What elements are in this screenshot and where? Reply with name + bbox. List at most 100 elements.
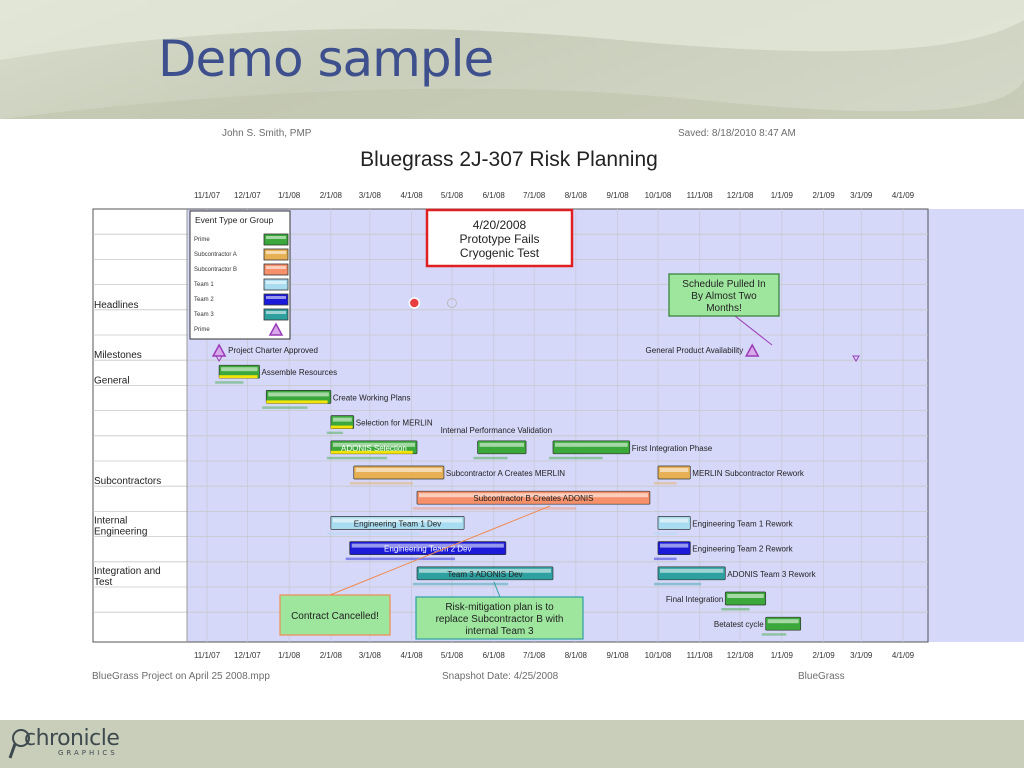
axis-tick-label-bottom: 4/1/09	[892, 651, 915, 660]
slide-header: Demo sample	[0, 0, 1024, 119]
task-bar-highlight	[479, 442, 525, 447]
axis-tick-label-bottom: 2/1/09	[812, 651, 835, 660]
task-baseline-bar	[215, 381, 244, 384]
legend-swatch	[263, 248, 289, 261]
task-label: Subcontractor A Creates MERLIN	[446, 469, 565, 478]
axis-tick-label-bottom: 4/1/08	[401, 651, 424, 660]
axis-tick-label-top: 11/1/07	[194, 191, 221, 200]
axis-tick-label-bottom: 3/1/08	[359, 651, 382, 660]
task-baseline-bar	[653, 557, 677, 561]
task-bar-highlight	[767, 619, 799, 624]
axis-tick-label-top: 1/1/08	[278, 191, 301, 200]
callout-text: Cryogenic Test	[460, 246, 540, 260]
axis-tick-label-bottom: 10/1/08	[645, 651, 672, 660]
axis-tick-label-bottom: 6/1/08	[483, 651, 506, 660]
task-baseline-bar	[761, 633, 787, 636]
task-label: Assemble Resources	[262, 368, 338, 377]
event-marker-dot	[408, 297, 421, 309]
axis-tick-label-bottom: 8/1/08	[565, 651, 588, 660]
axis-tick-label-bottom: 9/1/08	[606, 651, 629, 660]
row-group-label: Internal	[94, 516, 127, 527]
chart-footer-left: BlueGrass Project on April 25 2008.mpp	[92, 671, 270, 682]
axis-tick-label-top: 5/1/08	[441, 191, 464, 200]
task-progress-bar	[266, 400, 328, 404]
axis-tick-label-top: 1/1/09	[771, 191, 794, 200]
task-label: Betatest cycle	[714, 620, 764, 629]
axis-tick-label-top: 3/1/08	[359, 191, 382, 200]
task-baseline-bar	[473, 456, 508, 460]
chart-title: Bluegrass 2J-307 Risk Planning	[360, 148, 658, 171]
task-baseline-bar	[413, 507, 577, 510]
axis-tick-label-bottom: 2/1/08	[320, 651, 343, 660]
task-bar-highlight	[355, 468, 442, 472]
chart-saved: Saved: 8/18/2010 8:47 AM	[678, 128, 796, 139]
task-baseline-bar	[262, 406, 308, 409]
task-baseline-bar	[326, 456, 388, 460]
task-label: Create Working Plans	[333, 393, 411, 402]
axis-tick-label-bottom: 3/1/09	[850, 651, 873, 660]
task-label: First Integration Phase	[632, 444, 713, 453]
callout-text: 4/20/2008	[473, 218, 527, 232]
legend-title: Event Type or Group	[195, 215, 274, 225]
axis-tick-label-bottom: 1/1/08	[278, 651, 301, 660]
task-bar-highlight	[221, 367, 258, 372]
plot-area: 11/1/07 11/1/07 12/1/07 12/1/07 1/1/08 1/1/08…	[92, 191, 1024, 660]
legend-swatch-highlight	[266, 281, 286, 284]
axis-tick-label-bottom: 7/1/08	[523, 651, 546, 660]
task-label: ADONIS Selection	[341, 444, 407, 453]
task-bar	[657, 566, 726, 581]
axis-tick-label-bottom: 1/1/09	[771, 651, 794, 660]
task-bar	[477, 440, 527, 455]
callout-text: Contract Cancelled!	[291, 611, 379, 622]
legend-swatch	[263, 293, 289, 306]
row-group-label: Integration and	[94, 566, 161, 577]
axis-tick-label-top: 10/1/08	[645, 191, 672, 200]
legend-swatch	[263, 278, 289, 291]
axis-tick-label-top: 2/1/09	[812, 191, 835, 200]
axis-tick-label-top: 3/1/09	[850, 191, 873, 200]
task-progress-bar	[330, 425, 353, 429]
task-bar-highlight	[659, 518, 689, 523]
task-label: Subcontractor B Creates ADONIS	[473, 494, 593, 503]
task-baseline-bar	[548, 456, 603, 460]
task-label: Internal Performance Validation	[441, 426, 552, 435]
axis-tick-label-top: 6/1/08	[483, 191, 506, 200]
axis-tick-label-bottom: 11/1/08	[687, 651, 714, 660]
slide-title: Demo sample	[158, 30, 494, 88]
legend-item-label: Subcontractor A	[194, 252, 237, 258]
legend-item-label: Team 1	[194, 282, 214, 288]
task-bar	[657, 541, 691, 555]
axis-tick-label-top: 9/1/08	[606, 191, 629, 200]
chronicle-logo-subtitle: GRAPHICS	[58, 749, 118, 757]
callout-text: By Almost Two	[691, 291, 757, 302]
legend-swatch-highlight	[266, 251, 286, 254]
legend-swatch	[263, 308, 289, 321]
legend-swatch-highlight	[266, 266, 286, 269]
chart-author: John S. Smith, PMP	[222, 128, 312, 139]
task-label: ADONIS Team 3 Rework	[727, 570, 816, 579]
task-label: Engineering Team 1 Rework	[692, 519, 793, 528]
axis-tick-label-top: 4/1/09	[892, 191, 915, 200]
axis-tick-label-top: 2/1/08	[320, 191, 343, 200]
axis-tick-label-top: 4/1/08	[401, 191, 424, 200]
row-group-label: Subcontractors	[94, 476, 161, 487]
row-group-label: Engineering	[94, 527, 147, 538]
task-label: Engineering Team 2 Rework	[692, 545, 793, 554]
axis-tick-label-top: 11/1/08	[687, 191, 714, 200]
task-bar	[724, 591, 767, 606]
chart-footer-center: Snapshot Date: 4/25/2008	[442, 671, 559, 682]
callout-text: Months!	[706, 303, 742, 314]
task-bar-highlight	[659, 568, 724, 573]
task-bar-highlight	[554, 442, 628, 447]
callout-text: Schedule Pulled In	[682, 279, 765, 290]
header-background-swoosh	[0, 0, 1024, 119]
task-baseline-bar	[653, 532, 677, 535]
task-bar-highlight	[268, 392, 329, 397]
legend-item-label: Subcontractor B	[194, 267, 237, 273]
task-bar	[552, 440, 631, 455]
task-baseline-bar	[653, 482, 677, 485]
axis-tick-label-bottom: 12/1/08	[727, 651, 754, 660]
task-label: Team 3 ADONIS Dev	[447, 570, 522, 579]
task-bar-highlight	[332, 417, 352, 422]
milestone-label: Project Charter Approved	[228, 346, 318, 355]
